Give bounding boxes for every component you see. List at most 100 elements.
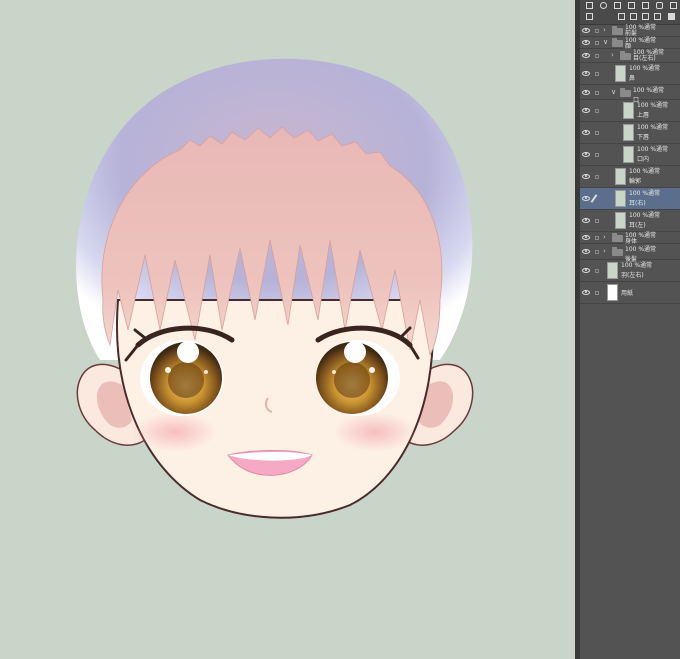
visibility-eye-icon[interactable] (582, 174, 590, 179)
lock-transparency-icon[interactable] (654, 13, 661, 20)
layers-panel: › 100 %通常 前髪 ∨ 100 %通常顔 › 100 %通常 目(左右) 100 %通常鼻… (580, 0, 680, 659)
lock-toggle-icon[interactable] (595, 54, 599, 58)
folder-icon (620, 51, 631, 60)
layer-row[interactable]: › 100 %通常 目(左右) (580, 49, 680, 63)
layer-name: 鼻 (629, 75, 636, 82)
layer-blend-mode: 100 %通常 (629, 190, 661, 197)
clip-layer-icon[interactable] (618, 13, 625, 20)
layer-row[interactable]: 100 %通常鼻 (580, 63, 680, 85)
new-vector-layer-icon[interactable] (600, 2, 607, 9)
layer-row[interactable]: ∨ 100 %通常顔 (580, 37, 680, 50)
layer-thumbnail (607, 262, 618, 279)
visibility-eye-icon[interactable] (582, 71, 590, 76)
layer-name: 目(左右) (633, 55, 656, 62)
visibility-eye-icon[interactable] (582, 268, 590, 273)
chevron-right-icon[interactable]: › (603, 26, 606, 34)
new-folder-icon[interactable] (614, 2, 621, 9)
lock-toggle-icon[interactable] (595, 28, 599, 33)
layer-name: 耳(左) (629, 222, 646, 229)
lock-toggle-icon[interactable] (595, 250, 599, 254)
copy-layer-icon[interactable] (628, 2, 635, 9)
layer-blend-mode: 100 %通常 (629, 168, 661, 175)
layer-thumbnail (623, 102, 634, 119)
chevron-down-icon[interactable]: ∨ (611, 88, 616, 96)
visibility-eye-icon[interactable] (582, 290, 590, 295)
visibility-eye-icon[interactable] (582, 40, 590, 45)
layer-row[interactable]: › 100 %通常 身体 (580, 232, 680, 245)
layer-thumbnail (615, 212, 626, 229)
palette-color-icon[interactable] (668, 13, 675, 20)
folder-icon (612, 25, 623, 35)
mask-icon[interactable] (656, 2, 663, 9)
visibility-eye-icon[interactable] (582, 249, 590, 254)
lock-toggle-icon[interactable] (595, 109, 599, 113)
chevron-right-icon[interactable]: › (611, 52, 614, 59)
new-raster-layer-icon[interactable] (586, 2, 593, 9)
layer-blend-mode: 100 %通常 (637, 124, 669, 131)
layer-name: 前髪 (625, 30, 638, 37)
layer-row[interactable]: › 100 %通常 後髪 (580, 244, 680, 263)
layer-thumbnail (615, 65, 626, 82)
layer-thumbnail (615, 168, 626, 185)
lock-toggle-icon[interactable] (595, 219, 599, 223)
lock-toggle-icon[interactable] (595, 291, 599, 295)
layer-thumbnail (607, 284, 618, 301)
layer-name: 口内 (637, 156, 650, 163)
lock-toggle-icon[interactable] (595, 90, 599, 95)
layer-row[interactable]: 用紙 (580, 282, 680, 304)
chevron-down-icon[interactable]: ∨ (603, 39, 608, 46)
chevron-right-icon[interactable]: › (603, 234, 606, 241)
character-illustration (76, 58, 474, 519)
chevron-right-icon[interactable]: › (603, 248, 606, 255)
layer-row[interactable]: 100 %通常 口内 (580, 144, 680, 166)
lock-toggle-icon[interactable] (595, 269, 599, 273)
layer-thumbnail (623, 146, 634, 163)
visibility-eye-icon[interactable] (582, 108, 590, 113)
layer-row[interactable]: 100 %通常 耳(左) (580, 210, 680, 232)
layer-blend-mode: 100 %通常 (637, 146, 669, 153)
layer-row[interactable]: ∨ 100 %通常口 (580, 85, 680, 104)
visibility-eye-icon[interactable] (582, 152, 590, 157)
layer-row[interactable]: 100 %通常 耳(右) (580, 188, 680, 210)
lock-toggle-icon[interactable] (595, 72, 599, 76)
merge-layer-icon[interactable] (642, 2, 649, 9)
visibility-eye-icon[interactable] (582, 27, 590, 33)
folder-icon (612, 247, 623, 256)
lock-toggle-icon[interactable] (595, 153, 599, 157)
visibility-eye-icon[interactable] (582, 53, 590, 58)
layer-name: 上唇 (637, 112, 650, 119)
layer-name: 耳(右) (629, 200, 646, 207)
reference-layer-icon[interactable] (630, 13, 637, 20)
visibility-eye-icon[interactable] (582, 196, 590, 201)
layer-blend-mode: 100 %通常 (629, 65, 661, 72)
layer-thumbnail (615, 190, 626, 207)
layer-thumbnail (623, 124, 634, 141)
layer-blend-mode: 100 %通常 (625, 246, 657, 253)
visibility-eye-icon[interactable] (582, 218, 590, 223)
layer-blend-mode: 100 %通常 (621, 262, 653, 269)
edit-target-pen-icon (590, 194, 598, 203)
delete-layer-icon[interactable] (670, 2, 677, 9)
layer-name: 下唇 (637, 134, 650, 141)
layer-row[interactable]: 100 %通常 羽(左右) (580, 260, 680, 282)
drawing-canvas[interactable] (0, 0, 575, 659)
visibility-eye-icon[interactable] (582, 235, 590, 240)
lock-toggle-icon[interactable] (595, 175, 599, 179)
lock-toggle-icon[interactable] (595, 131, 599, 135)
layer-row[interactable]: 100 %通常 下唇 (580, 122, 680, 144)
lock-layer-icon[interactable] (642, 13, 649, 20)
layer-row[interactable]: › 100 %通常 前髪 (580, 24, 680, 37)
lock-toggle-icon[interactable] (595, 41, 599, 45)
folder-icon (620, 87, 631, 97)
layer-row[interactable]: 100 %通常 輪郭 (580, 166, 680, 188)
layer-name: 羽(左右) (621, 272, 644, 279)
visibility-eye-icon[interactable] (582, 89, 590, 95)
layer-name: 輪郭 (629, 178, 642, 185)
layer-blend-mode: 100 %通常 (637, 102, 669, 109)
folder-icon (612, 38, 623, 47)
layer-row[interactable]: 100 %通常 上唇 (580, 100, 680, 122)
layer-settings-icon[interactable] (586, 13, 593, 20)
lock-toggle-icon[interactable] (595, 236, 599, 240)
layer-toolbar (580, 0, 680, 25)
visibility-eye-icon[interactable] (582, 130, 590, 135)
